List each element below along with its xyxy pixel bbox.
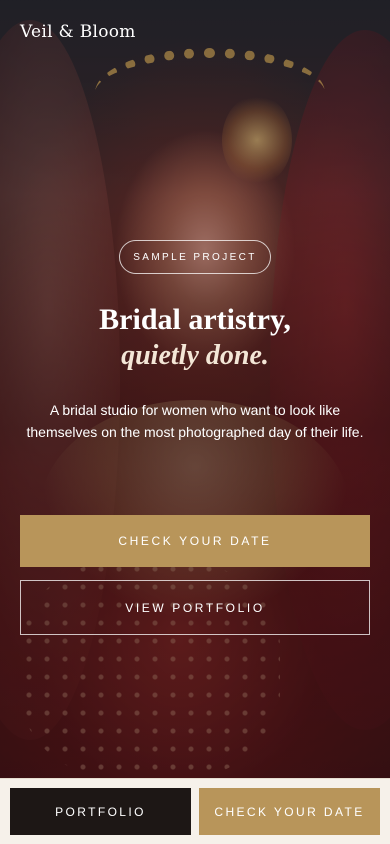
hero-overlay (0, 0, 390, 778)
bottom-action-bar: PORTFOLIO CHECK YOUR DATE (0, 778, 390, 844)
portfolio-button[interactable]: PORTFOLIO (10, 788, 191, 835)
check-your-date-button[interactable]: CHECK YOUR DATE (20, 515, 370, 567)
headline-line-1: Bridal artistry, (99, 303, 291, 336)
hero-headline: Bridal artistry, quietly done. (0, 302, 390, 374)
view-portfolio-button[interactable]: VIEW PORTFOLIO (20, 580, 370, 635)
brand-logo[interactable]: Veil & Bloom (20, 22, 136, 42)
headline-line-2: quietly done. (121, 340, 269, 371)
hero-image (0, 0, 390, 778)
sample-project-badge: SAMPLE PROJECT (119, 240, 271, 274)
bottom-check-your-date-button[interactable]: CHECK YOUR DATE (199, 788, 380, 835)
hero-description: A bridal studio for women who want to lo… (26, 402, 364, 440)
